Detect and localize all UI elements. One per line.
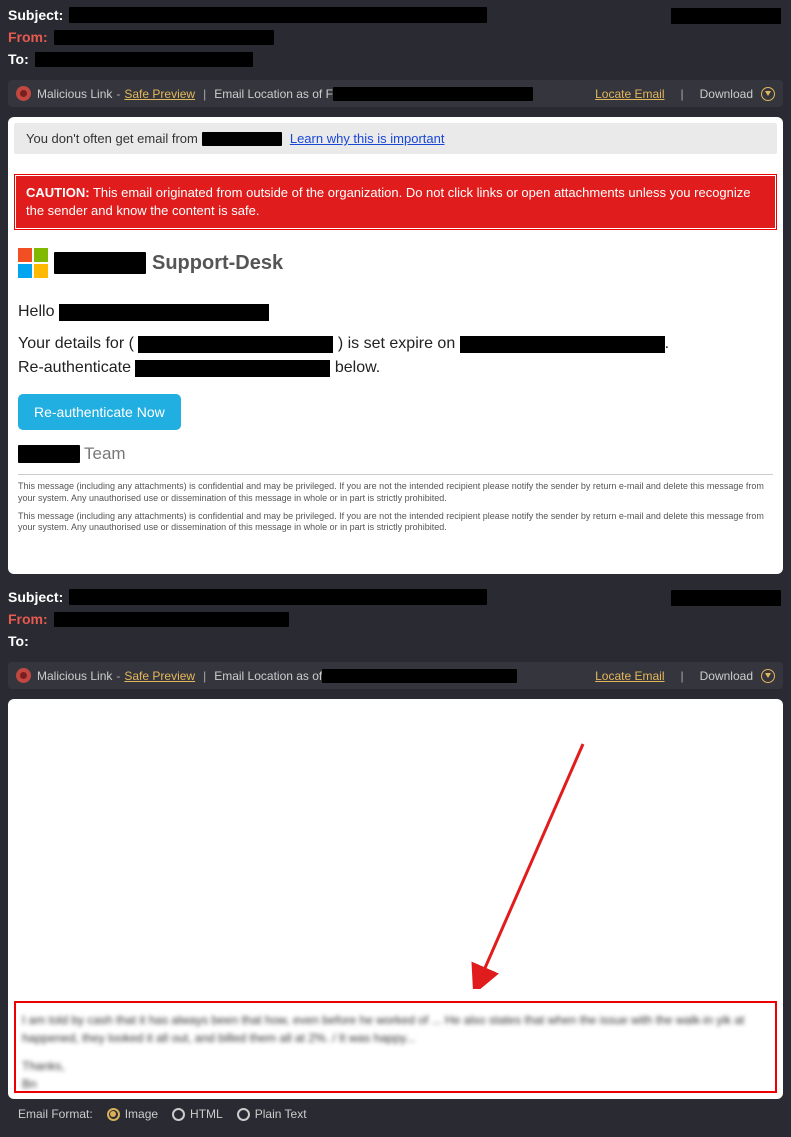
reauth-redacted xyxy=(135,360,330,377)
email-format-label: Email Format: xyxy=(18,1107,93,1121)
hello-text: Hello xyxy=(18,303,54,320)
from-label: From: xyxy=(8,29,48,45)
separator: | xyxy=(203,87,206,101)
radio-icon xyxy=(237,1108,250,1121)
disclaimer-text: This message (including any attachments)… xyxy=(18,481,773,504)
malicious-label: Malicious Link xyxy=(37,669,112,683)
download-label[interactable]: Download xyxy=(700,669,753,683)
separator: | xyxy=(681,87,684,101)
email-body: I am told by cash that it has always bee… xyxy=(8,699,783,1099)
malicious-icon xyxy=(16,668,31,683)
location-label: Email Location as of F xyxy=(214,87,333,101)
disclaimer-text-2: This message (including any attachments)… xyxy=(18,511,773,534)
microsoft-logo-icon xyxy=(18,248,48,278)
subject-label: Subject: xyxy=(8,7,63,23)
hello-name-redacted xyxy=(59,304,269,321)
infotip-bar: You don't often get email from Learn why… xyxy=(14,123,777,154)
support-desk-title: Support-Desk xyxy=(152,252,283,275)
format-plain-label: Plain Text xyxy=(255,1107,307,1121)
malicious-label: Malicious Link xyxy=(37,87,112,101)
team-label: Team xyxy=(84,444,126,464)
format-html-label: HTML xyxy=(190,1107,223,1121)
locate-email-link[interactable]: Locate Email xyxy=(595,669,664,683)
email-toolbar: Malicious Link - Safe Preview | Email Lo… xyxy=(8,662,783,689)
safe-preview-link[interactable]: Safe Preview xyxy=(124,87,195,101)
blurred-line3: Bn xyxy=(22,1075,769,1093)
email-body: You don't often get email from Learn why… xyxy=(8,117,783,574)
location-label: Email Location as of xyxy=(214,669,322,683)
learn-why-link[interactable]: Learn why this is important xyxy=(290,131,445,146)
top-right-redacted xyxy=(671,8,781,24)
details-redacted xyxy=(138,336,333,353)
line2b: below. xyxy=(335,359,380,376)
download-label[interactable]: Download xyxy=(700,87,753,101)
top-right-redacted xyxy=(671,590,781,606)
format-option-image[interactable]: Image xyxy=(107,1107,158,1121)
download-icon[interactable] xyxy=(761,87,775,101)
email-toolbar: Malicious Link - Safe Preview | Email Lo… xyxy=(8,80,783,107)
line1b: ) is set expire on xyxy=(338,335,455,352)
format-option-html[interactable]: HTML xyxy=(172,1107,223,1121)
safe-preview-link[interactable]: Safe Preview xyxy=(124,669,195,683)
format-option-plaintext[interactable]: Plain Text xyxy=(237,1107,307,1121)
radio-icon xyxy=(172,1108,185,1121)
from-redacted xyxy=(54,30,274,45)
line1a: Your details for ( xyxy=(18,335,134,352)
logo-text-redacted xyxy=(54,252,146,274)
caution-text: This email originated from outside of th… xyxy=(26,185,751,218)
annotation-arrow-icon xyxy=(463,739,593,989)
to-redacted xyxy=(35,52,253,67)
from-redacted xyxy=(54,612,289,627)
divider xyxy=(18,474,773,475)
caution-box: CAUTION: This email originated from outs… xyxy=(14,174,777,230)
subject-redacted xyxy=(69,7,487,23)
infotip-prefix: You don't often get email from xyxy=(26,131,198,146)
to-label: To: xyxy=(8,633,29,649)
expire-redacted xyxy=(460,336,665,353)
locate-email-link[interactable]: Locate Email xyxy=(595,87,664,101)
separator: | xyxy=(681,669,684,683)
to-label: To: xyxy=(8,51,29,67)
subject-redacted xyxy=(69,589,487,605)
download-icon[interactable] xyxy=(761,669,775,683)
email-format-bar: Email Format: Image HTML Plain Text xyxy=(8,1099,783,1129)
location-redacted xyxy=(333,87,533,101)
infotip-redacted xyxy=(202,132,282,146)
blurred-line1: I am told by cash that it has always bee… xyxy=(22,1011,769,1047)
location-redacted xyxy=(322,669,517,683)
radio-icon xyxy=(107,1108,120,1121)
highlighted-content-box: I am told by cash that it has always bee… xyxy=(14,1001,777,1093)
dash: - xyxy=(116,669,120,683)
format-image-label: Image xyxy=(125,1107,158,1121)
line2a: Re-authenticate xyxy=(18,359,131,376)
caution-label: CAUTION: xyxy=(26,185,90,200)
subject-label: Subject: xyxy=(8,589,63,605)
from-label: From: xyxy=(8,611,48,627)
blurred-line2: Thanks, xyxy=(22,1057,769,1075)
malicious-icon xyxy=(16,86,31,101)
dash: - xyxy=(116,87,120,101)
separator: | xyxy=(203,669,206,683)
reauthenticate-button[interactable]: Re-authenticate Now xyxy=(18,394,181,430)
team-name-redacted xyxy=(18,445,80,463)
